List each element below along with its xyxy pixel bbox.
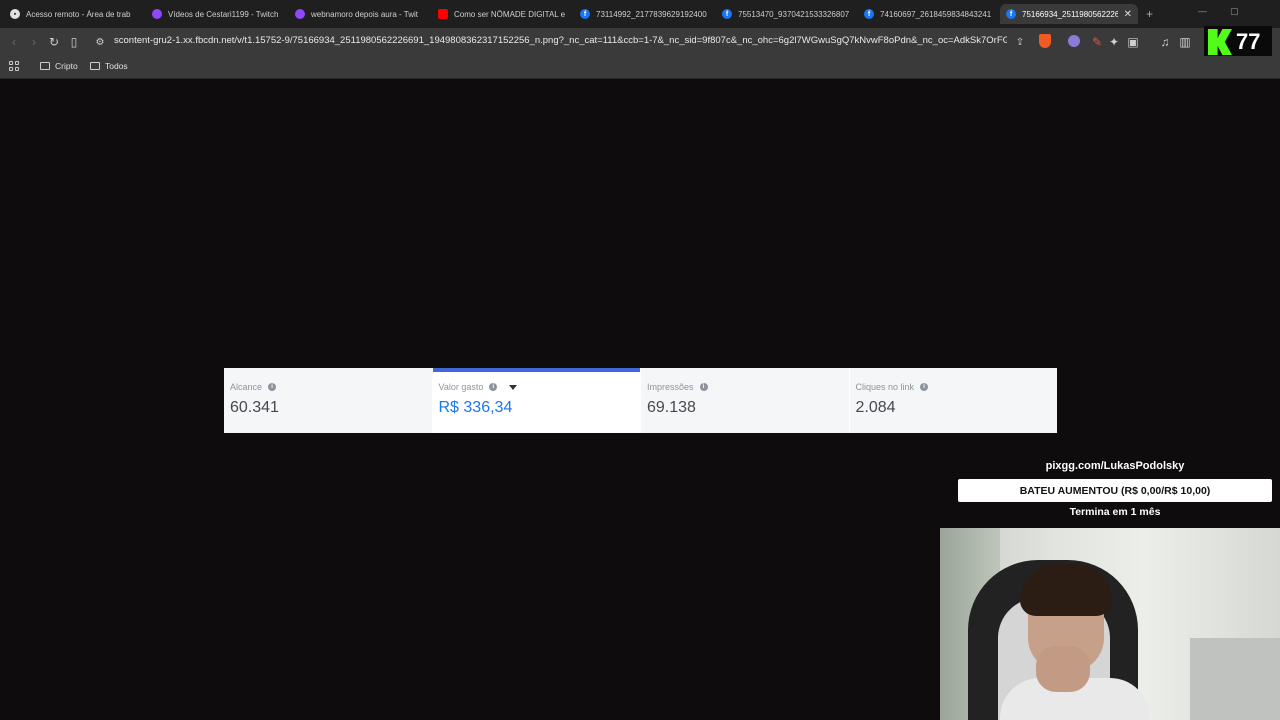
apps-grid-icon[interactable]	[9, 61, 19, 71]
facebook-icon: f	[722, 9, 732, 19]
back-icon[interactable]: ‹	[6, 34, 22, 50]
tab-youtube-nomade[interactable]: Como ser NÔMADE DIGITAL e	[432, 4, 572, 24]
metric-label: Alcance i	[230, 382, 277, 392]
donation-goal-bar: BATEU AUMENTOU (R$ 0,00/R$ 10,00)	[958, 479, 1272, 502]
tab-twitch-videos[interactable]: Vídeos de Cestari1199 - Twitch	[146, 4, 286, 24]
bookmark-icon[interactable]: ▯	[66, 34, 82, 50]
metric-label-text: Alcance	[230, 382, 263, 392]
kick-badge: 77	[1204, 26, 1272, 58]
metric-valor-gasto: Valor gasto i R$ 336,34	[432, 368, 641, 433]
bookmark-label: Cripto	[55, 61, 78, 71]
screenshot-icon[interactable]: ▣	[1125, 34, 1141, 50]
close-tab-icon[interactable]: ✕	[1124, 9, 1132, 20]
remote-desktop-icon: ▪	[10, 9, 20, 19]
metric-label: Valor gasto i	[439, 382, 518, 392]
minimize-icon[interactable]: —	[1198, 6, 1207, 16]
tab-title: 74160697_2618459834843241	[880, 9, 992, 19]
tab-title: Vídeos de Cestari1199 - Twitch	[168, 9, 279, 19]
metric-alcance: Alcance i 60.341	[224, 368, 433, 433]
kick-logo-icon	[1208, 29, 1232, 55]
facebook-icon: f	[580, 9, 590, 19]
info-icon: i	[268, 383, 277, 391]
metric-value: 2.084	[855, 399, 896, 416]
address-bar[interactable]: scontent-gru2-1.xx.fbcdn.net/v/t1.15752-…	[114, 35, 1007, 49]
reload-icon[interactable]: ↻	[46, 34, 62, 50]
facebook-icon: f	[864, 9, 874, 19]
kick-count: 77	[1236, 29, 1261, 54]
webcam-background	[1190, 638, 1280, 720]
bookmark-folder-cripto[interactable]: Cripto	[40, 61, 78, 71]
metric-label-text: Impressões	[647, 382, 694, 392]
metric-label-text: Valor gasto	[438, 382, 484, 392]
metric-value: 69.138	[647, 399, 696, 416]
bookmark-label: Todos	[105, 61, 128, 71]
tab-strip: ▪ Acesso remoto - Área de trab Vídeos de…	[0, 0, 1280, 28]
new-tab-button[interactable]: +	[1146, 7, 1153, 21]
sidebar-icon[interactable]: ▥	[1177, 34, 1193, 50]
donation-link: pixgg.com/LukasPodolsky	[1045, 460, 1185, 472]
extension-icon[interactable]: ✎	[1089, 34, 1105, 50]
folder-icon	[40, 62, 50, 70]
info-icon: i	[920, 383, 929, 391]
twitch-icon	[295, 9, 305, 19]
maximize-icon[interactable]: ▢	[1230, 6, 1239, 17]
extensions-puzzle-icon[interactable]: ✦	[1106, 34, 1122, 50]
metric-label: Cliques no link i	[856, 382, 929, 392]
donation-goal-deadline: Termina em 1 mês	[1069, 506, 1161, 518]
metric-value: 60.341	[230, 399, 279, 416]
webcam-person	[1020, 564, 1112, 616]
folder-icon	[90, 62, 100, 70]
tab-fbcdn-2[interactable]: f 75513470_9370421533326807	[716, 4, 856, 24]
dropdown-caret-icon	[509, 384, 518, 390]
bookmarks-bar	[0, 56, 1280, 79]
site-settings-icon[interactable]: ⚙	[92, 34, 108, 50]
donation-goal-text: BATEU AUMENTOU (R$ 0,00/R$ 10,00)	[1019, 484, 1211, 497]
tab-remote-access[interactable]: ▪ Acesso remoto - Área de trab	[4, 4, 144, 24]
tab-title: 73114992_2177839629192400	[596, 9, 707, 19]
brave-shields-icon[interactable]	[1039, 34, 1051, 48]
tab-title: Acesso remoto - Área de trab	[26, 9, 131, 19]
browser-toolbar: ‹ › ↻ ▯ ⚙ scontent-gru2-1.xx.fbcdn.net/v…	[0, 28, 1280, 56]
ad-metrics-panel: Alcance i 60.341 Valor gasto i R$ 336,34…	[224, 368, 1057, 433]
forward-icon[interactable]: ›	[26, 34, 42, 50]
tab-title: 75166934_2511980562226	[1022, 9, 1118, 19]
leo-ai-icon[interactable]	[1068, 35, 1080, 47]
metric-cliques-no-link: Cliques no link i 2.084	[849, 368, 1057, 433]
tab-title: Como ser NÔMADE DIGITAL e	[454, 9, 566, 19]
share-icon[interactable]: ⇪	[1012, 34, 1028, 50]
metric-impressoes: Impressões i 69.138	[641, 368, 850, 433]
twitch-icon	[152, 9, 162, 19]
facebook-icon: f	[1006, 9, 1016, 19]
webcam-feed	[940, 528, 1280, 720]
tab-title: webnamoro depois aura - Twit	[311, 9, 419, 19]
tab-fbcdn-1[interactable]: f 73114992_2177839629192400	[574, 4, 714, 24]
bookmark-folder-todos[interactable]: Todos	[90, 61, 128, 71]
metric-value: R$ 336,34	[438, 399, 513, 416]
metric-label: Impressões i	[647, 382, 708, 392]
tab-title: 75513470_9370421533326807	[738, 9, 850, 19]
tab-fbcdn-active[interactable]: f 75166934_2511980562226 ✕	[1000, 4, 1138, 24]
youtube-icon	[438, 9, 448, 19]
media-icon[interactable]: ♫	[1157, 34, 1173, 50]
metric-label-text: Cliques no link	[855, 382, 915, 392]
tab-twitch-webnamoro[interactable]: webnamoro depois aura - Twit	[289, 4, 429, 24]
webcam-person	[1036, 646, 1090, 692]
info-icon: i	[699, 383, 708, 391]
tab-fbcdn-3[interactable]: f 74160697_2618459834843241	[858, 4, 998, 24]
info-icon: i	[489, 383, 498, 391]
